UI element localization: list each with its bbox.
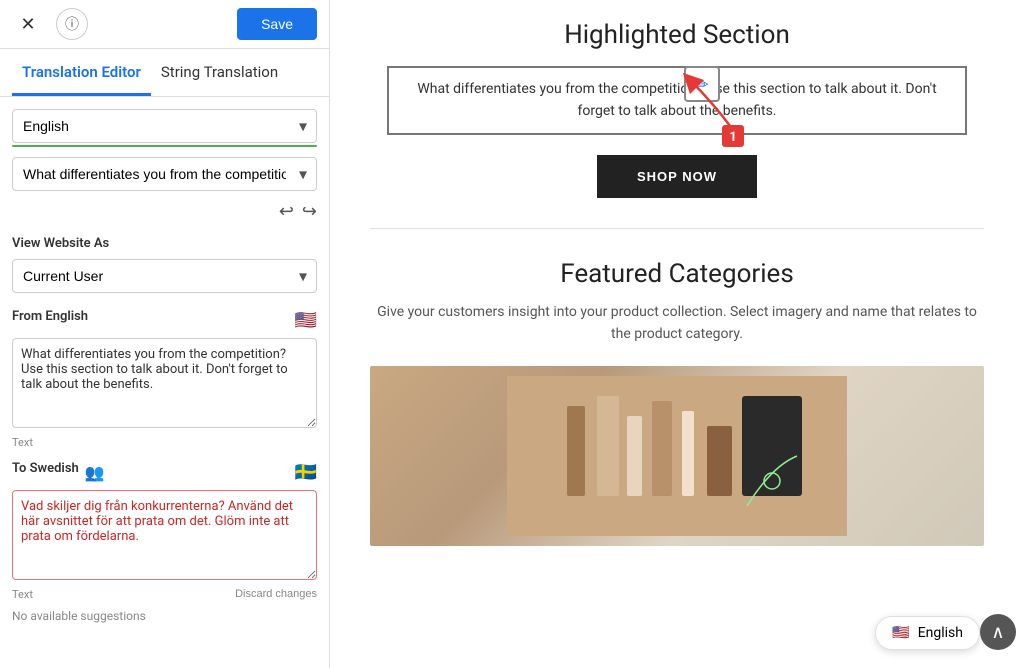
view-as-select-wrapper: Current User Guest [12, 259, 317, 293]
highlighted-title: Highlighted Section [370, 20, 984, 50]
close-button[interactable]: ✕ [12, 8, 44, 40]
to-header: To Swedish 👥 🇸🇪 [12, 461, 317, 484]
from-label: From English [12, 309, 88, 324]
shop-now-button[interactable]: SHOP NOW [597, 155, 757, 198]
featured-title: Featured Categories [370, 259, 984, 289]
undo-button[interactable]: ↩ [279, 201, 294, 222]
view-website-as-section: View Website As Current User Guest [12, 236, 317, 293]
product-svg [507, 376, 847, 536]
language-badge-label: English [918, 625, 963, 641]
language-select[interactable]: English Swedish French German [12, 109, 317, 143]
left-panel: ✕ ⓘ Save Translation Editor String Trans… [0, 0, 330, 668]
to-label: To Swedish [12, 461, 79, 476]
view-as-select[interactable]: Current User Guest [12, 259, 317, 293]
highlighted-section: Highlighted Section What differentiates … [370, 20, 984, 229]
save-button[interactable]: Save [237, 8, 317, 40]
undo-redo-bar: ↩ ↪ [12, 201, 317, 222]
from-textarea[interactable] [12, 338, 317, 428]
to-flag: 🇸🇪 [295, 462, 317, 483]
product-image-inner [370, 366, 984, 546]
top-bar: ✕ ⓘ Save [0, 0, 329, 49]
tab-string-translation[interactable]: String Translation [151, 49, 288, 96]
language-badge[interactable]: 🇺🇸 English [875, 616, 980, 650]
preview-content: Highlighted Section What differentiates … [330, 0, 1024, 586]
view-as-label: View Website As [12, 236, 317, 251]
suggestions-label: No available suggestions [12, 609, 317, 623]
panel-body: English Swedish French German What diffe… [0, 97, 329, 668]
from-field-hint: Text [12, 436, 317, 449]
string-select-wrapper: What differentiates you from the competi… [12, 157, 317, 191]
to-textarea[interactable] [12, 490, 317, 580]
edit-icon-box[interactable]: ✏ [684, 66, 720, 102]
highlighted-body-text: What differentiates you from the competi… [405, 78, 949, 123]
featured-description: Give your customers insight into your pr… [370, 301, 984, 346]
redo-button[interactable]: ↪ [302, 201, 317, 222]
tab-translation-editor[interactable]: Translation Editor [12, 49, 151, 96]
from-section: From English 🇺🇸 Text [12, 309, 317, 449]
to-label-group: To Swedish 👥 [12, 461, 105, 484]
language-select-wrapper: English Swedish French German [12, 109, 317, 143]
to-field-hint: Text [12, 588, 33, 601]
discard-changes-button[interactable]: Discard changes [33, 588, 317, 600]
to-section: To Swedish 👥 🇸🇪 Text Discard changes No … [12, 461, 317, 623]
pencil-icon: ✏ [695, 75, 708, 94]
edit-icon-container: ✏ [684, 66, 720, 102]
from-flag: 🇺🇸 [295, 310, 317, 331]
right-panel: ✏ 1 2 Highlighted Section What different… [330, 0, 1024, 668]
product-image [370, 366, 984, 546]
tabs-container: Translation Editor String Translation [0, 49, 329, 97]
string-select[interactable]: What differentiates you from the competi… [12, 157, 317, 191]
info-button[interactable]: ⓘ [56, 8, 88, 40]
scroll-top-button[interactable]: ∧ [980, 614, 1016, 650]
language-badge-flag: 🇺🇸 [892, 625, 909, 641]
green-underline [12, 145, 317, 147]
featured-section: Featured Categories Give your customers … [370, 259, 984, 546]
from-header: From English 🇺🇸 [12, 309, 317, 332]
people-icon: 👥 [85, 463, 105, 482]
